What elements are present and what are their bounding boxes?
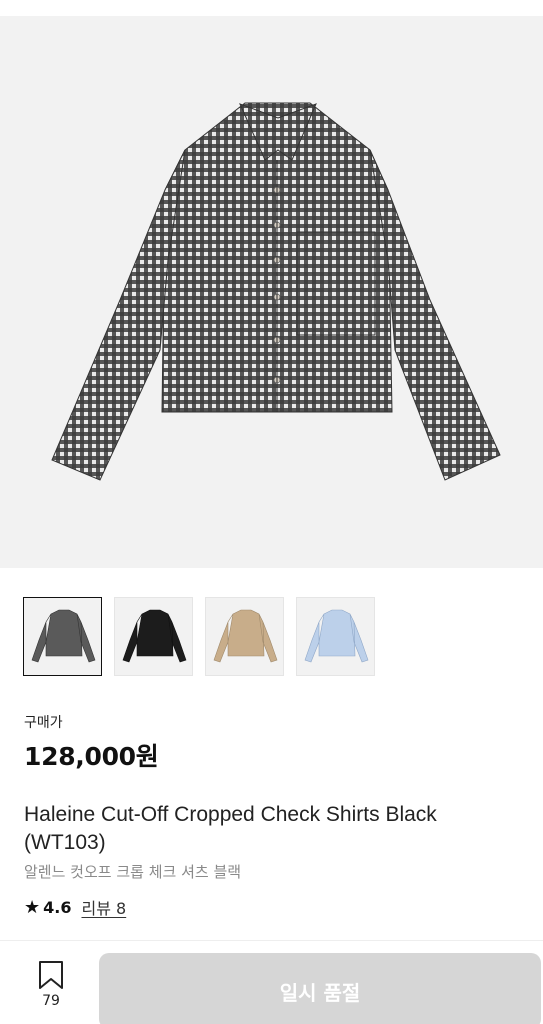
star-icon: ★ — [24, 896, 41, 918]
price-label: 구매가 — [24, 715, 63, 731]
rating-row: ★ 4.6 리뷰 8 — [24, 895, 126, 919]
product-title: Haleine Cut-Off Cropped Check Shirts Bla… — [24, 803, 437, 854]
product-subtitle: 알렌느 컷오프 크롭 체크 셔츠 블랙 — [24, 863, 242, 881]
shirt-thumbnail-icon — [122, 609, 187, 663]
product-image-area — [0, 0, 543, 568]
thumbnail-black-check[interactable] — [23, 597, 102, 676]
bookmark-button[interactable]: 79 — [32, 960, 70, 1020]
product-price: 128,000원 — [24, 742, 159, 771]
thumbnail-black[interactable] — [114, 597, 193, 676]
thumbnail-light-blue[interactable] — [296, 597, 375, 676]
shirt-thumbnail-icon — [304, 609, 369, 663]
shirt-thumbnail-icon — [213, 609, 278, 663]
color-thumbnails — [23, 597, 375, 676]
checked-shirt-image — [51, 102, 501, 481]
thumbnail-beige[interactable] — [205, 597, 284, 676]
divider — [0, 940, 543, 941]
bookmark-count: 79 — [42, 993, 60, 1009]
bookmark-icon — [39, 961, 63, 989]
soldout-button[interactable]: 일시 품절 — [99, 953, 541, 1024]
rating-value: 4.6 — [43, 897, 72, 917]
review-link[interactable]: 리뷰 8 — [81, 895, 126, 919]
shirt-thumbnail-icon — [31, 609, 96, 663]
